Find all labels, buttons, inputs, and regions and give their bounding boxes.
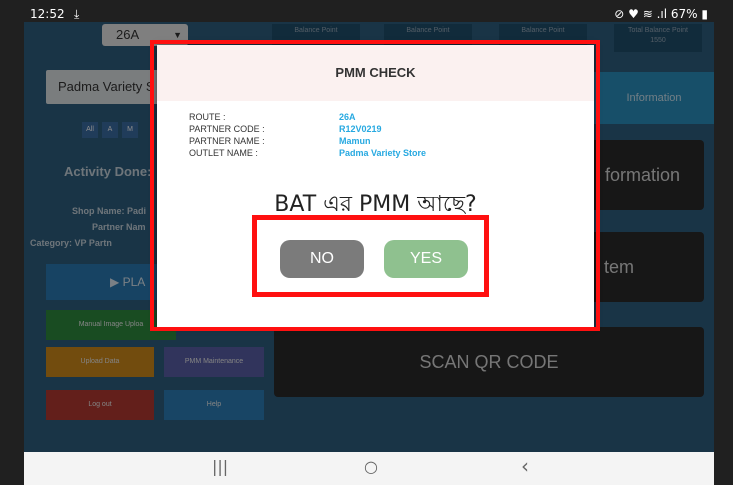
back-button[interactable]: ‹ (521, 454, 529, 478)
battery-icon: ▮ (701, 7, 708, 21)
device-frame: 12:52 ⤓ ⊘ ♥ ≋ .ıl 67% ▮ 26A ▼ Balance Po… (0, 0, 733, 485)
home-button[interactable]: ○ (364, 457, 378, 476)
android-nav-bar: ||| ○ ‹ (24, 452, 714, 485)
status-indicators: ⊘ ♥ ≋ .ıl 67% ▮ (614, 7, 708, 21)
download-icon: ⤓ (74, 7, 80, 21)
recents-button[interactable]: ||| (212, 457, 228, 476)
clock: 12:52 (30, 7, 65, 21)
battery-level: 67% (670, 7, 698, 21)
buttons-highlight-box (252, 215, 489, 297)
